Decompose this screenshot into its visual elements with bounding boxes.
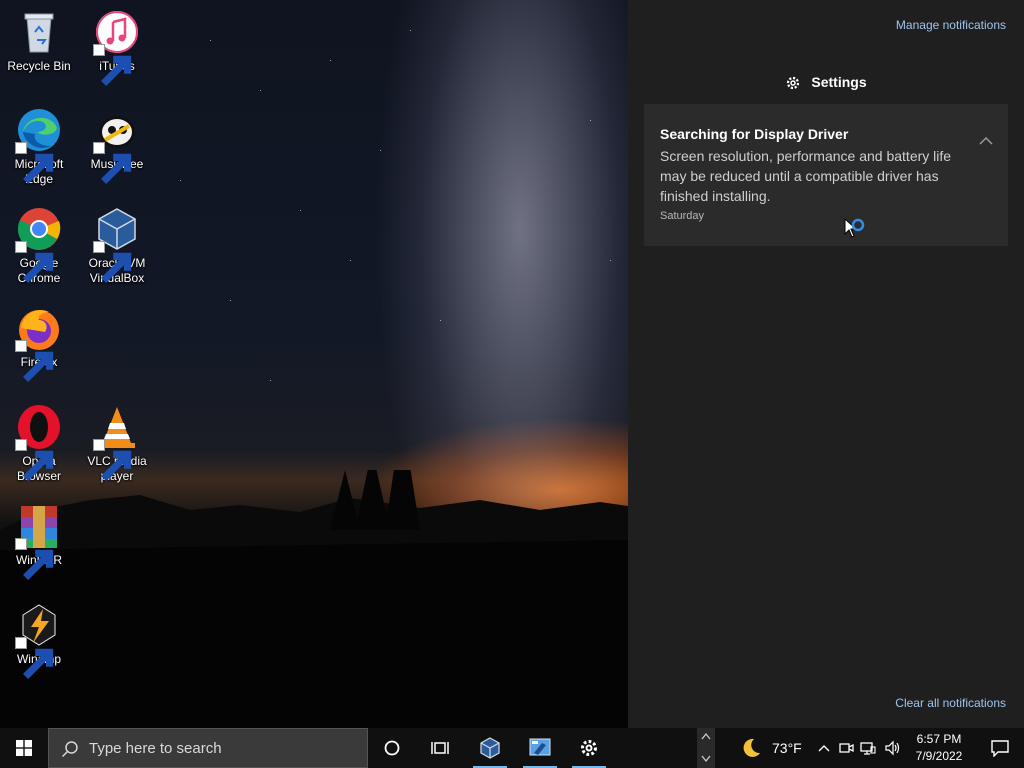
desktop-wallpaper[interactable]: Recycle Bin Microsoft Edge Google Chrome… [0,0,628,728]
desktop-icon-musicbee[interactable]: MusicBee [78,106,156,184]
shortcut-arrow-icon [93,44,132,86]
action-center-panel: Manage notifications Settings Searching … [628,0,1024,728]
shortcut-arrow-icon [15,241,54,283]
task-view-icon [431,742,449,754]
desktop-icon-opera-browser[interactable]: Opera Browser [0,403,78,484]
taskbar-display-driver-app[interactable] [515,728,565,768]
vlc-icon [93,403,141,481]
chevron-up-icon[interactable] [816,740,832,756]
search-icon [61,741,78,758]
notification-body: Screen resolution, performance and batte… [660,148,952,204]
chevron-up-icon[interactable] [701,732,711,740]
edge-icon [15,106,63,184]
shortcut-arrow-icon [15,340,54,382]
volume-icon[interactable] [884,740,900,756]
chevron-down-icon[interactable] [701,755,711,763]
taskbar-settings[interactable] [564,728,614,768]
busy-cursor-icon [844,218,865,238]
cortana-circle-icon [384,740,400,756]
clock-date: 7/9/2022 [915,749,963,763]
winamp-icon [15,601,63,679]
driver-installer-icon [529,738,551,756]
manage-notifications-link[interactable]: Manage notifications [896,18,1006,32]
task-view-button[interactable] [420,728,460,768]
gear-icon [581,740,597,756]
itunes-icon [93,8,141,86]
desktop-icon-itunes[interactable]: iTunes [78,8,156,86]
desktop-icon-label: Recycle Bin [7,59,71,73]
notification-title: Searching for Display Driver [660,126,849,142]
windows-logo-icon [16,740,32,756]
shortcut-arrow-icon [93,241,132,283]
winrar-icon [15,502,63,580]
clock-time: 6:57 PM [916,732,962,746]
musicbee-icon [93,106,141,184]
gear-icon [787,77,800,90]
cortana-button[interactable] [372,728,412,768]
desktop-icon-microsoft-edge[interactable]: Microsoft Edge [0,106,78,187]
shortcut-arrow-icon [15,538,54,580]
weather-widget[interactable]: 73°F [738,728,808,768]
wallpaper-silhouette [0,470,628,728]
network-icon[interactable] [860,740,876,756]
notification-group-title: Settings [811,74,867,90]
recycle-bin-icon [15,8,63,56]
virtualbox-icon [480,737,500,759]
system-tray [812,728,912,768]
taskbar-scroll-buttons[interactable] [697,728,715,768]
taskbar-clock[interactable]: 6:57 PM 7/9/2022 [908,728,970,768]
desktop-icon-firefox[interactable]: Firefox [0,304,78,382]
notification-card[interactable]: Searching for Display Driver Screen reso… [644,104,1008,246]
notification-group-header[interactable]: Settings [628,74,1024,91]
shortcut-arrow-icon [15,142,54,184]
search-placeholder: Type here to search [89,740,222,757]
desktop-icon-oracle-vm-virtualbox[interactable]: Oracle VM VirtualBox [78,205,156,286]
firefox-icon [15,304,63,382]
taskbar-search-box[interactable]: Type here to search [48,728,368,768]
action-center-button[interactable] [976,728,1024,768]
chevron-up-icon[interactable] [978,136,994,146]
shortcut-arrow-icon [15,637,54,679]
desktop-icon-winrar[interactable]: WinRAR [0,502,78,580]
meet-now-icon[interactable] [838,740,854,756]
opera-icon [15,403,63,481]
desktop-icon-recycle-bin[interactable]: Recycle Bin [0,8,78,74]
shortcut-arrow-icon [93,142,132,184]
shortcut-arrow-icon [93,439,132,481]
virtualbox-icon [93,205,141,283]
notification-timestamp: Saturday [660,210,705,222]
notification-icon [991,740,1009,757]
desktop-icon-winamp[interactable]: Winamp [0,601,78,679]
clear-all-notifications-link[interactable]: Clear all notifications [895,696,1006,710]
moon-icon [743,738,760,757]
taskbar: Type here to search 73°F 6:57 PM 7/9/202… [0,728,1024,768]
desktop-icon-vlc-media-player[interactable]: VLC media player [78,403,156,484]
desktop-icon-google-chrome[interactable]: Google Chrome [0,205,78,286]
chrome-icon [15,205,63,283]
taskbar-virtualbox[interactable] [465,728,515,768]
weather-temperature: 73°F [772,740,802,756]
start-button[interactable] [0,728,48,768]
shortcut-arrow-icon [15,439,54,481]
